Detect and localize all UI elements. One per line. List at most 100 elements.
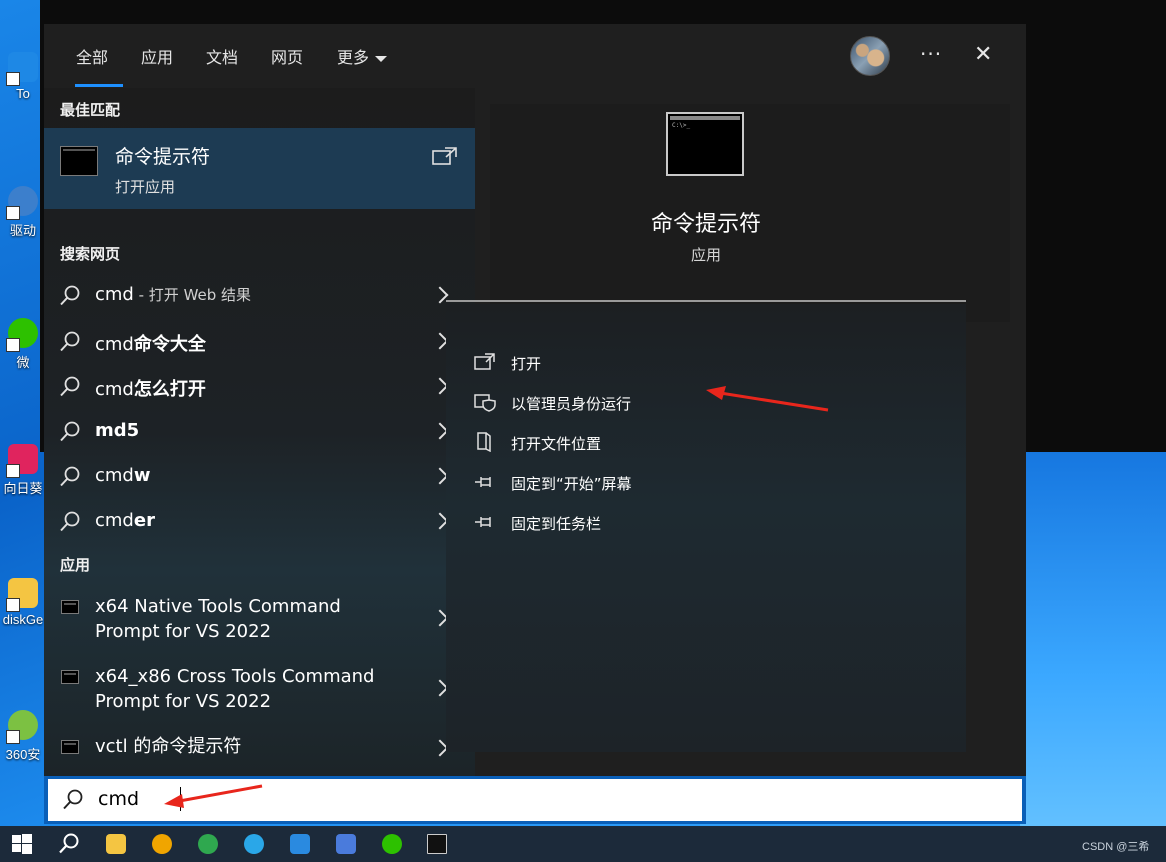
- suggestion-bold: 怎么打开: [133, 379, 206, 400]
- app-shortcut-icon: [6, 52, 38, 86]
- close-button[interactable]: ✕: [974, 42, 992, 67]
- user-avatar[interactable]: [850, 36, 890, 76]
- desktop-icon[interactable]: 向日葵: [0, 444, 46, 497]
- file-location-icon: [477, 432, 491, 452]
- web-result-row[interactable]: cmdw: [44, 454, 475, 499]
- search-icon: [59, 833, 79, 854]
- command-prompt-icon: [61, 600, 79, 614]
- web-result-row[interactable]: cmd - 打开 Web 结果: [44, 273, 475, 318]
- suggestion-bold: md5: [95, 420, 140, 441]
- desktop-icon[interactable]: 360安: [0, 710, 46, 763]
- query-text: cmd: [95, 510, 134, 531]
- more-options-button[interactable]: ···: [920, 42, 942, 66]
- taskbar-feishu[interactable]: [323, 826, 369, 862]
- app-result-text: x64 Native Tools Command Prompt for VS 2…: [95, 594, 341, 644]
- tab-apps[interactable]: 应用: [141, 44, 173, 68]
- action-label: 打开文件位置: [511, 435, 602, 453]
- sunflower-remote-icon: [6, 444, 38, 478]
- web-result-row[interactable]: md5: [44, 409, 475, 454]
- web-result-row[interactable]: cmd怎么打开: [44, 364, 475, 409]
- preview-divider: [446, 300, 966, 302]
- search-icon: [60, 466, 80, 487]
- vscode-icon: [290, 834, 310, 854]
- web-result-text: cmd命令大全: [95, 330, 206, 356]
- desktop-icon[interactable]: 微: [0, 318, 46, 371]
- suggestion-bold: 命令大全: [133, 334, 206, 355]
- search-icon: [60, 285, 80, 306]
- action-label: 固定到“开始”屏幕: [511, 475, 632, 493]
- annotation-arrow: [164, 784, 263, 808]
- results-list: 最佳匹配 命令提示符 打开应用 搜索网页 cmd - 打开 Web 结果 cmd…: [44, 88, 475, 776]
- desktop-icon-label: 360安: [5, 747, 41, 762]
- start-button[interactable]: [0, 826, 46, 862]
- desktop-icon-label: 向日葵: [3, 481, 43, 496]
- edge-icon: [244, 834, 264, 854]
- app-result-text: x64_x86 Cross Tools Command Prompt for V…: [95, 664, 374, 714]
- action-open[interactable]: 打开: [446, 342, 966, 382]
- web-result-row[interactable]: cmder: [44, 499, 475, 544]
- app-name-line2: Prompt for VS 2022: [95, 691, 272, 712]
- action-open-file-location[interactable]: 打开文件位置: [446, 422, 966, 462]
- best-match-item[interactable]: 命令提示符 打开应用: [44, 128, 475, 209]
- pin-icon: [475, 517, 491, 527]
- search-icon: [60, 331, 80, 352]
- 360-icon: [198, 834, 218, 854]
- web-result-text: cmder: [95, 510, 155, 531]
- suggestion-bold: er: [133, 510, 155, 531]
- tab-more-label: 更多: [337, 48, 370, 67]
- action-pin-to-start[interactable]: 固定到“开始”屏幕: [446, 462, 966, 502]
- preview-type: 应用: [690, 246, 721, 264]
- taskbar-file-explorer[interactable]: [93, 826, 139, 862]
- desktop-icon[interactable]: To: [0, 52, 46, 101]
- taskbar-search-button[interactable]: [46, 826, 92, 862]
- windows-logo-icon: [12, 834, 32, 854]
- desktop-icon[interactable]: 驱动: [0, 186, 46, 239]
- folder-icon: [106, 834, 126, 854]
- search-input-value: cmd: [98, 788, 140, 810]
- taskbar-360-app[interactable]: [185, 826, 231, 862]
- app-result-row[interactable]: x64_x86 Cross Tools Command Prompt for V…: [44, 654, 475, 720]
- web-result-text: cmd怎么打开: [95, 375, 206, 401]
- command-prompt-icon: [60, 146, 98, 176]
- action-label: 打开: [511, 355, 542, 373]
- folder-icon: [6, 578, 38, 612]
- query-text: cmd: [95, 379, 134, 400]
- search-icon: [60, 376, 80, 397]
- desktop-icon-label: 驱动: [9, 223, 36, 238]
- web-result-text: md5: [95, 420, 139, 441]
- query-text: cmd: [95, 284, 134, 305]
- section-search-web: 搜索网页: [60, 245, 121, 263]
- command-prompt-icon: [61, 670, 79, 684]
- watermark: CSDN @三希: [1082, 841, 1150, 853]
- taskbar-terminal[interactable]: [414, 826, 460, 862]
- taskbar-wechat[interactable]: [369, 826, 415, 862]
- open-in-new-window-icon[interactable]: [432, 146, 458, 166]
- result-suffix: - 打开 Web 结果: [133, 286, 252, 304]
- app-result-text: vctl 的命令提示符: [95, 736, 242, 757]
- open-icon: [474, 353, 495, 370]
- app-name-line1: x64 Native Tools Command: [95, 596, 341, 617]
- taskbar-browser[interactable]: [139, 826, 185, 862]
- admin-shield-icon: [474, 394, 496, 412]
- desktop-icon[interactable]: diskGe: [0, 578, 46, 627]
- section-best-match: 最佳匹配: [60, 101, 121, 119]
- preview-title: 命令提示符: [650, 212, 761, 237]
- taskbar: [0, 826, 1166, 862]
- app-result-row[interactable]: x64 Native Tools Command Prompt for VS 2…: [44, 584, 475, 650]
- tab-all[interactable]: 全部: [76, 44, 108, 68]
- tab-documents[interactable]: 文档: [206, 44, 238, 68]
- action-pin-to-taskbar[interactable]: 固定到任务栏: [446, 502, 966, 542]
- browser-icon: [152, 834, 172, 854]
- wechat-icon: [382, 834, 402, 854]
- web-result-text: cmdw: [95, 465, 151, 486]
- taskbar-edge[interactable]: [231, 826, 277, 862]
- active-tab-indicator: [75, 84, 123, 87]
- tab-web[interactable]: 网页: [271, 44, 303, 68]
- search-icon: [60, 511, 80, 532]
- taskbar-vscode[interactable]: [277, 826, 323, 862]
- search-icon: [60, 421, 80, 442]
- web-result-row[interactable]: cmd命令大全: [44, 319, 475, 364]
- tab-more[interactable]: 更多: [337, 44, 388, 68]
- feishu-icon: [336, 834, 356, 854]
- app-result-row[interactable]: vctl 的命令提示符: [44, 728, 475, 768]
